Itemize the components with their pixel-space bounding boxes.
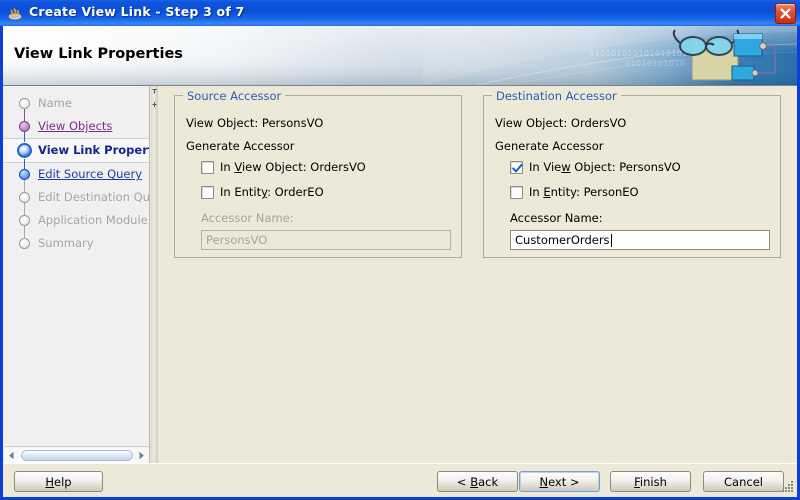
scroll-track[interactable] — [19, 447, 134, 463]
steps-sidebar: Name View Objects View Link Properties E… — [3, 86, 150, 463]
source-accessor-name-label: Accessor Name: — [201, 211, 294, 225]
window-title: Create View Link - Step 3 of 7 — [29, 4, 245, 19]
sidebar-item-summary: Summary — [3, 232, 149, 255]
scroll-right-button[interactable] — [134, 447, 149, 463]
destination-accessor-name-input[interactable]: CustomerOrders — [510, 230, 770, 250]
wizard-body: Name View Objects View Link Properties E… — [3, 86, 797, 463]
sidebar-item-label: View Link Properties — [38, 143, 149, 157]
sidebar-item-view-link-properties[interactable]: View Link Properties — [3, 138, 149, 163]
back-button-label: < Back — [456, 474, 499, 489]
sidebar-item-label[interactable]: View Objects — [38, 120, 112, 133]
source-accessor-name-value: PersonsVO — [206, 233, 268, 247]
sidebar-splitter[interactable] — [151, 86, 158, 463]
source-in-view-object-checkbox[interactable] — [201, 160, 214, 174]
source-in-entity-label: In Entity: OrderEO — [220, 185, 324, 199]
step-bullet-icon — [19, 215, 30, 226]
svg-text:01010101010: 01010101010 — [625, 59, 685, 68]
scroll-left-button[interactable] — [4, 447, 19, 463]
help-button[interactable]: Help — [14, 471, 103, 492]
source-generate-accessor-label: Generate Accessor — [186, 139, 295, 153]
destination-in-view-object-label: In View Object: PersonsVO — [529, 160, 681, 174]
source-in-view-object-checkbox-row[interactable]: In View Object: OrdersVO — [201, 160, 366, 174]
step-bullet-icon — [19, 192, 30, 203]
destination-generate-accessor-label: Generate Accessor — [495, 139, 604, 153]
wizard-header: View Link Properties 0101010101010101010… — [3, 26, 797, 86]
finish-button-label: Finish — [634, 474, 667, 489]
sidebar-item-label: Edit Destination Query — [38, 190, 150, 204]
step-connector-line-completed — [24, 102, 25, 172]
source-accessor-name-input: PersonsVO — [201, 230, 451, 250]
step-bullet-icon — [19, 169, 30, 180]
wizard-coffee-icon — [8, 7, 22, 21]
view-link-glasses-icon: 010101010101010101010101010101 010101010… — [589, 29, 776, 81]
destination-in-view-object-checkbox[interactable] — [510, 160, 523, 174]
sidebar-horizontal-scrollbar[interactable] — [4, 446, 149, 463]
close-icon — [780, 8, 791, 19]
back-button[interactable]: < Back — [437, 471, 518, 492]
destination-view-object-line: View Object: OrdersVO — [495, 116, 627, 130]
step-bullet-icon — [19, 98, 30, 109]
sidebar-item-label: Name — [38, 96, 72, 110]
destination-in-view-object-checkbox-row[interactable]: In View Object: PersonsVO — [510, 160, 681, 174]
destination-accessor-name-label: Accessor Name: — [510, 211, 603, 225]
triangle-right-icon — [139, 451, 144, 459]
source-view-object-line: View Object: PersonsVO — [186, 116, 324, 130]
step-bullet-icon — [19, 238, 30, 249]
next-button[interactable]: Next > — [519, 471, 600, 492]
source-accessor-group-title: Source Accessor — [183, 89, 286, 103]
sidebar-item-application-module: Application Module — [3, 209, 149, 232]
step-bullet-current-icon — [17, 143, 32, 158]
wizard-window: Create View Link - Step 3 of 7 View Link… — [0, 0, 800, 500]
destination-accessor-group-title: Destination Accessor — [492, 89, 621, 103]
close-button[interactable] — [775, 3, 796, 24]
wizard-footer: Help < Back Next > Finish Cancel — [3, 463, 797, 497]
source-in-entity-checkbox-row[interactable]: In Entity: OrderEO — [201, 185, 324, 199]
source-in-view-object-label: In View Object: OrdersVO — [220, 160, 366, 174]
splitter-handle-up-icon[interactable] — [152, 89, 157, 94]
destination-accessor-group: Destination Accessor View Object: Orders… — [483, 89, 781, 258]
sidebar-item-view-objects[interactable]: View Objects — [3, 115, 149, 138]
destination-in-entity-checkbox[interactable] — [510, 185, 523, 199]
destination-accessor-name-value: CustomerOrders — [515, 233, 610, 247]
splitter-handle-down-icon[interactable] — [152, 102, 157, 107]
resize-grip-icon[interactable] — [780, 480, 794, 494]
source-in-entity-checkbox[interactable] — [201, 185, 214, 199]
checkmark-icon — [512, 163, 523, 172]
main-content: Source Accessor View Object: PersonsVO G… — [158, 86, 797, 463]
page-title: View Link Properties — [14, 46, 183, 62]
source-accessor-group: Source Accessor View Object: PersonsVO G… — [174, 89, 462, 258]
destination-in-entity-label: In Entity: PersonEO — [529, 185, 639, 199]
finish-button[interactable]: Finish — [610, 471, 691, 492]
cancel-button-label: Cancel — [724, 474, 763, 489]
title-bar[interactable]: Create View Link - Step 3 of 7 — [0, 0, 800, 26]
sidebar-item-label: Summary — [38, 236, 94, 250]
sidebar-item-edit-destination-query: Edit Destination Query — [3, 186, 150, 209]
help-button-label: Help — [45, 474, 72, 489]
steps-list: Name View Objects View Link Properties E… — [3, 92, 150, 255]
step-bullet-icon — [19, 121, 30, 132]
sidebar-item-label[interactable]: Edit Source Query — [38, 168, 142, 181]
cancel-button[interactable]: Cancel — [703, 471, 784, 492]
triangle-left-icon — [9, 451, 14, 459]
sidebar-item-edit-source-query[interactable]: Edit Source Query — [3, 163, 149, 186]
sidebar-item-name: Name — [3, 92, 149, 115]
next-button-label: Next > — [539, 474, 580, 489]
text-caret — [610, 233, 612, 247]
horizontal-scroll-thumb[interactable] — [21, 449, 133, 461]
destination-in-entity-checkbox-row[interactable]: In Entity: PersonEO — [510, 185, 639, 199]
sidebar-item-label: Application Module — [38, 213, 148, 227]
